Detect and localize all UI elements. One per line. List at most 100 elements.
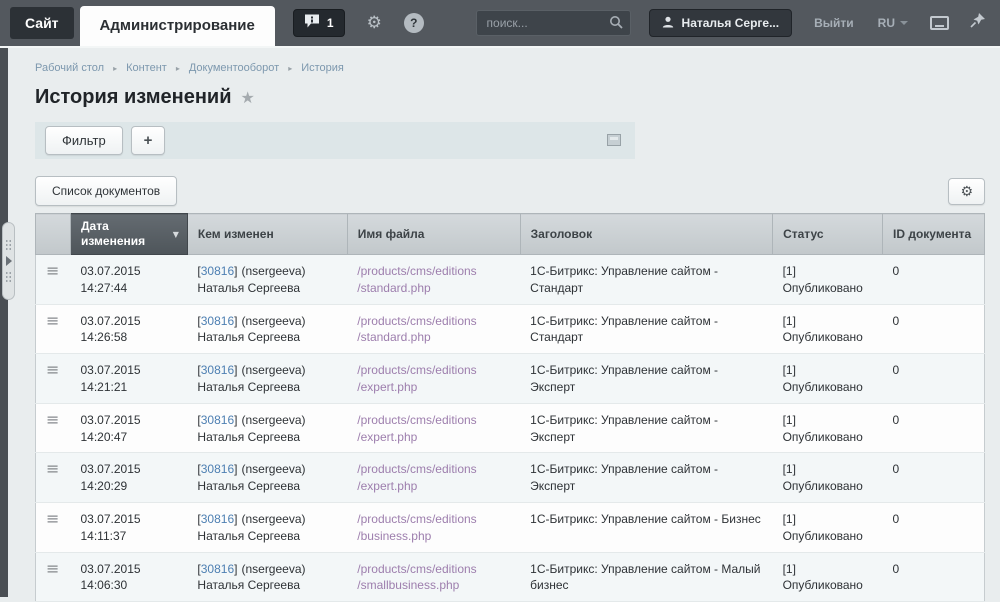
row-title-cell: 1С-Битрикс: Управление сайтом - Бизнес (520, 502, 772, 552)
row-status-cell: [1] Опубликовано (773, 403, 883, 453)
breadcrumb-item-desktop[interactable]: Рабочий стол (35, 62, 104, 74)
bracket: ] (234, 512, 237, 526)
row-menu-icon[interactable]: ≡ (46, 311, 59, 330)
file-name-link[interactable]: /smallbusiness.php (357, 577, 510, 594)
file-dir-link[interactable]: /products/cms/editions (357, 263, 510, 280)
row-date: 03.07.2015 (80, 412, 177, 429)
table-row[interactable]: ≡ 03.07.2015 14:11:37 [30816](nsergeeva)… (36, 502, 985, 552)
user-full-name: Наталья Сергеева (197, 280, 337, 297)
file-name-link[interactable]: /expert.php (357, 429, 510, 446)
topbar: Сайт Администрирование 1 ⚙ ? Наталья Сер… (0, 0, 1000, 46)
file-dir-link[interactable]: /products/cms/editions (357, 412, 510, 429)
filter-window-icon[interactable] (607, 134, 621, 146)
row-who-cell: [30816](nsergeeva) Наталья Сергеева (187, 255, 347, 305)
file-name-link[interactable]: /expert.php (357, 379, 510, 396)
user-menu-button[interactable]: Наталья Серге... (649, 9, 793, 37)
help-icon[interactable]: ? (404, 13, 424, 33)
file-name-link[interactable]: /standard.php (357, 329, 510, 346)
row-menu-cell: ≡ (36, 255, 71, 305)
column-header-date[interactable]: Дата изменения ▼ (70, 214, 187, 255)
user-id-link[interactable]: 30816 (201, 314, 234, 328)
user-login: (nsergeeva) (241, 363, 305, 377)
bracket: ] (234, 363, 237, 377)
file-dir-link[interactable]: /products/cms/editions (357, 561, 510, 578)
gear-icon[interactable]: ⚙ (367, 15, 382, 32)
documents-list-button[interactable]: Список документов (35, 176, 177, 206)
grid-toolbar: Список документов ⚙ (35, 176, 985, 206)
row-file-cell: /products/cms/editions /smallbusiness.ph… (347, 552, 520, 602)
user-icon (662, 16, 674, 31)
monitor-icon[interactable] (930, 16, 949, 30)
language-selector[interactable]: RU (878, 16, 908, 30)
file-dir-link[interactable]: /products/cms/editions (357, 511, 510, 528)
tab-admin[interactable]: Администрирование (80, 6, 275, 46)
breadcrumb-separator-icon: ▸ (113, 64, 117, 73)
table-row[interactable]: ≡ 03.07.2015 14:20:47 [30816](nsergeeva)… (36, 403, 985, 453)
row-file-cell: /products/cms/editions /expert.php (347, 354, 520, 404)
column-header-who[interactable]: Кем изменен (187, 214, 347, 255)
row-time: 14:20:47 (80, 429, 177, 446)
user-login: (nsergeeva) (241, 314, 305, 328)
user-id-link[interactable]: 30816 (201, 562, 234, 576)
row-menu-icon[interactable]: ≡ (46, 360, 59, 379)
grid-settings-button[interactable]: ⚙ (948, 178, 985, 205)
user-login: (nsergeeva) (241, 413, 305, 427)
row-menu-cell: ≡ (36, 354, 71, 404)
column-header-menu (36, 214, 71, 255)
filter-button[interactable]: Фильтр (45, 126, 123, 155)
notifications-button[interactable]: 1 (293, 9, 345, 37)
row-status-cell: [1] Опубликовано (773, 502, 883, 552)
row-menu-icon[interactable]: ≡ (46, 261, 59, 280)
user-name: Наталья Серге... (682, 16, 780, 30)
row-who-cell: [30816](nsergeeva) Наталья Сергеева (187, 403, 347, 453)
column-header-doc-id[interactable]: ID документа (883, 214, 985, 255)
file-name-link[interactable]: /standard.php (357, 280, 510, 297)
breadcrumb-item-content[interactable]: Контент (126, 62, 167, 74)
user-full-name: Наталья Сергеева (197, 528, 337, 545)
row-time: 14:21:21 (80, 379, 177, 396)
row-date-cell: 03.07.2015 14:11:37 (70, 502, 187, 552)
row-date-cell: 03.07.2015 14:06:30 (70, 552, 187, 602)
search-icon[interactable] (609, 15, 624, 35)
table-row[interactable]: ≡ 03.07.2015 14:26:58 [30816](nsergeeva)… (36, 304, 985, 354)
tab-site[interactable]: Сайт (10, 7, 74, 39)
file-dir-link[interactable]: /products/cms/editions (357, 461, 510, 478)
table-row[interactable]: ≡ 03.07.2015 14:06:30 [30816](nsergeeva)… (36, 552, 985, 602)
column-header-title[interactable]: Заголовок (520, 214, 772, 255)
row-menu-icon[interactable]: ≡ (46, 559, 59, 578)
page-title: История изменений (35, 86, 232, 109)
file-name-link[interactable]: /business.php (357, 528, 510, 545)
breadcrumb-item-history[interactable]: История (301, 62, 344, 74)
row-time: 14:06:30 (80, 577, 177, 594)
column-header-file[interactable]: Имя файла (347, 214, 520, 255)
table-row[interactable]: ≡ 03.07.2015 14:20:29 [30816](nsergeeva)… (36, 453, 985, 503)
user-login: (nsergeeva) (241, 562, 305, 576)
file-dir-link[interactable]: /products/cms/editions (357, 362, 510, 379)
user-id-link[interactable]: 30816 (201, 264, 234, 278)
user-id-link[interactable]: 30816 (201, 462, 234, 476)
pin-icon[interactable] (969, 12, 986, 34)
search-input[interactable] (476, 10, 631, 36)
file-name-link[interactable]: /expert.php (357, 478, 510, 495)
row-menu-cell: ≡ (36, 453, 71, 503)
table-row[interactable]: ≡ 03.07.2015 14:21:21 [30816](nsergeeva)… (36, 354, 985, 404)
logout-link[interactable]: Выйти (814, 16, 854, 30)
row-menu-icon[interactable]: ≡ (46, 410, 59, 429)
row-date: 03.07.2015 (80, 263, 177, 280)
file-dir-link[interactable]: /products/cms/editions (357, 313, 510, 330)
row-file-cell: /products/cms/editions /business.php (347, 502, 520, 552)
table-row[interactable]: ≡ 03.07.2015 14:27:44 [30816](nsergeeva)… (36, 255, 985, 305)
user-id-link[interactable]: 30816 (201, 512, 234, 526)
row-menu-icon[interactable]: ≡ (46, 459, 59, 478)
user-id-link[interactable]: 30816 (201, 363, 234, 377)
breadcrumb-item-workflow[interactable]: Документооборот (189, 62, 279, 74)
user-login: (nsergeeva) (241, 462, 305, 476)
favorite-star-icon[interactable]: ★ (241, 88, 255, 107)
column-header-status[interactable]: Статус (773, 214, 883, 255)
add-filter-button[interactable]: + (131, 126, 166, 155)
row-menu-icon[interactable]: ≡ (46, 509, 59, 528)
user-id-link[interactable]: 30816 (201, 413, 234, 427)
row-menu-cell: ≡ (36, 552, 71, 602)
notifications-count: 1 (327, 16, 334, 30)
row-time: 14:27:44 (80, 280, 177, 297)
